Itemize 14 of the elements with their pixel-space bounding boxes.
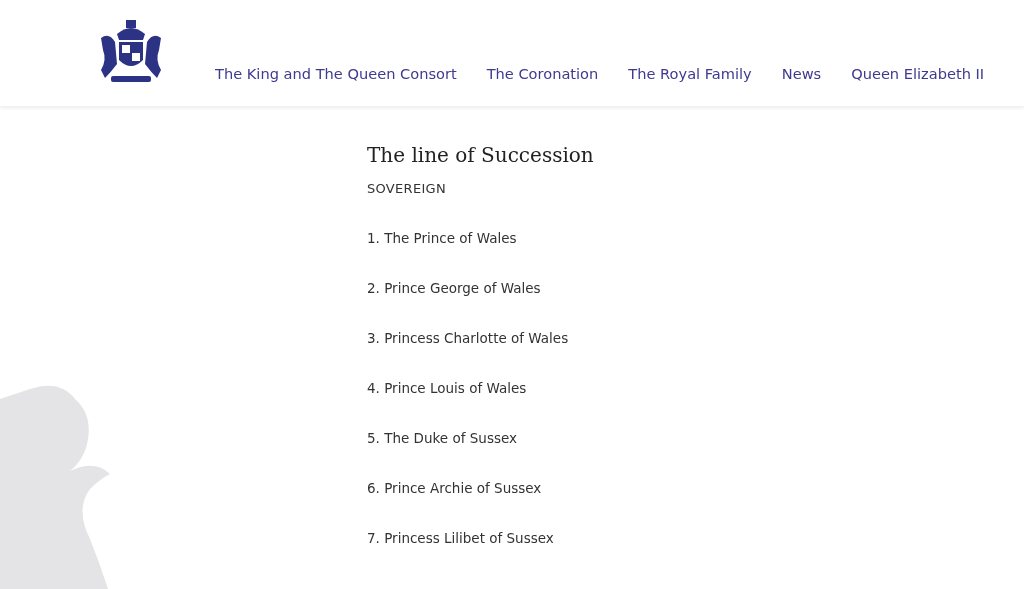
succession-item: 1. The Prince of Wales (367, 230, 518, 246)
section-subtitle: SOVEREIGN (367, 181, 447, 196)
nav-link[interactable]: News (781, 65, 822, 82)
section-title: The line of Succession (367, 143, 595, 167)
succession-item: 4. Prince Louis of Wales (367, 380, 528, 396)
succession-item: 2. Prince George of Wales (367, 280, 542, 296)
succession-item: 3. Princess Charlotte of Wales (367, 330, 570, 346)
succession-item: 7. Princess Lilibet of Sussex (367, 530, 555, 546)
succession-item: 6. Prince Archie of Sussex (367, 480, 543, 496)
nav-link[interactable]: The Royal Family (628, 65, 752, 82)
nav-link[interactable]: The King and The Queen Consort (215, 65, 457, 82)
succession-item: 5. The Duke of Sussex (367, 430, 518, 446)
nav-link[interactable]: The Coronation (486, 65, 599, 82)
nav-link[interactable]: Queen Elizabeth II (851, 65, 985, 82)
